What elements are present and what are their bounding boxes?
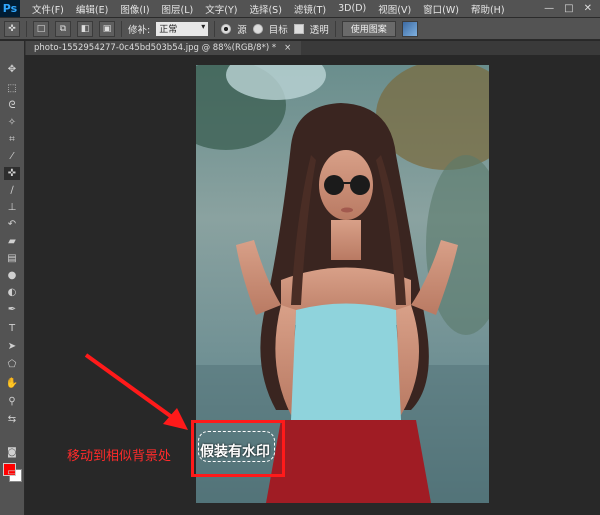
maximize-button[interactable]: □ [564,3,573,14]
crop-icon[interactable]: ⌗ [4,133,20,146]
patch-mode-select[interactable]: 正常 [156,21,209,36]
document-title: photo-1552954277-0c45bd503b54.jpg @ 88%(… [34,43,277,53]
blur-icon[interactable]: ● [4,269,20,282]
menu-image[interactable]: 图像(I) [114,2,155,16]
window-controls: — □ ✕ [544,3,600,14]
menu-help[interactable]: 帮助(H) [465,2,511,16]
patch-mode-label: 修补: [128,24,151,36]
screen-mode-icon[interactable]: ▭ [4,466,20,479]
path-select-icon[interactable]: ➤ [4,340,20,353]
quick-select-icon[interactable]: ✧ [4,116,20,129]
tools-panel: ✥ ⬚ ᘓ ✧ ⌗ ⁄ ✜ ∕ ⊥ ↶ ▰ ▤ ● ◐ ✒ T ➤ ⬠ ✋ ⚲ … [0,41,25,515]
marquee-icon[interactable]: ⬚ [4,82,20,95]
close-tab-icon[interactable]: × [284,43,291,53]
separator [26,20,27,37]
hand-icon[interactable]: ✋ [4,377,20,390]
subtract-selection-icon[interactable]: ◧ [77,20,93,37]
use-pattern-button[interactable]: 使用图案 [341,20,396,37]
history-brush-icon[interactable]: ↶ [4,218,20,231]
photoshop-logo: Ps [0,0,20,17]
menu-view[interactable]: 视图(V) [372,2,417,16]
eyedropper-icon[interactable]: ⁄ [4,150,20,163]
close-button[interactable]: ✕ [584,3,592,14]
new-selection-icon[interactable]: □ [33,20,49,37]
menu-bar: Ps 文件(F) 编辑(E) 图像(I) 图层(L) 文字(Y) 选择(S) 滤… [0,0,600,18]
menu-layer[interactable]: 图层(L) [156,2,200,16]
minimize-button[interactable]: — [544,3,554,14]
menu-filter[interactable]: 滤镜(T) [288,2,332,16]
menu-3d[interactable]: 3D(D) [332,3,372,14]
watermark-text: 假装有水印 [200,444,270,460]
destination-label: 目标 [268,24,288,36]
zoom-icon[interactable]: ⚲ [4,395,20,408]
menu-file[interactable]: 文件(F) [26,2,70,16]
destination-radio[interactable] [252,23,263,34]
menu-select[interactable]: 选择(S) [243,2,287,16]
source-radio[interactable] [221,23,232,34]
separator [334,20,336,37]
brush-icon[interactable]: ∕ [4,184,20,197]
menu-type[interactable]: 文字(Y) [199,2,243,16]
dodge-icon[interactable]: ◐ [4,286,20,299]
type-icon[interactable]: T [4,322,20,335]
intersect-selection-icon[interactable]: ▣ [99,20,115,37]
transparent-label: 透明 [309,24,329,36]
shape-icon[interactable]: ⬠ [4,358,20,371]
eraser-icon[interactable]: ▰ [4,235,20,248]
swap-colors-icon[interactable]: ⇆ [4,413,20,426]
patch-icon[interactable]: ✜ [4,167,20,180]
transparent-checkbox[interactable] [293,23,304,34]
pattern-picker[interactable] [401,20,418,37]
gradient-icon[interactable]: ▤ [4,252,20,265]
separator [121,20,122,37]
quick-mask-icon[interactable]: ◙ [4,446,20,459]
annotation-text: 移动到相似背景处 [67,449,172,464]
separator [214,20,216,37]
lasso-icon[interactable]: ᘓ [4,99,20,112]
patch-tool-preset-icon[interactable]: ✜ [4,20,20,37]
clone-stamp-icon[interactable]: ⊥ [4,201,20,214]
menu-window[interactable]: 窗口(W) [417,2,465,16]
add-selection-icon[interactable]: ⧉ [55,20,71,37]
menu-edit[interactable]: 编辑(E) [70,2,114,16]
pen-icon[interactable]: ✒ [4,303,20,316]
move-icon[interactable]: ✥ [4,63,20,76]
source-label: 源 [237,24,247,36]
document-tab[interactable]: photo-1552954277-0c45bd503b54.jpg @ 88%(… [26,41,302,55]
options-bar: ✜ □ ⧉ ◧ ▣ 修补: 正常 源 目标 透明 使用图案 [0,18,600,40]
